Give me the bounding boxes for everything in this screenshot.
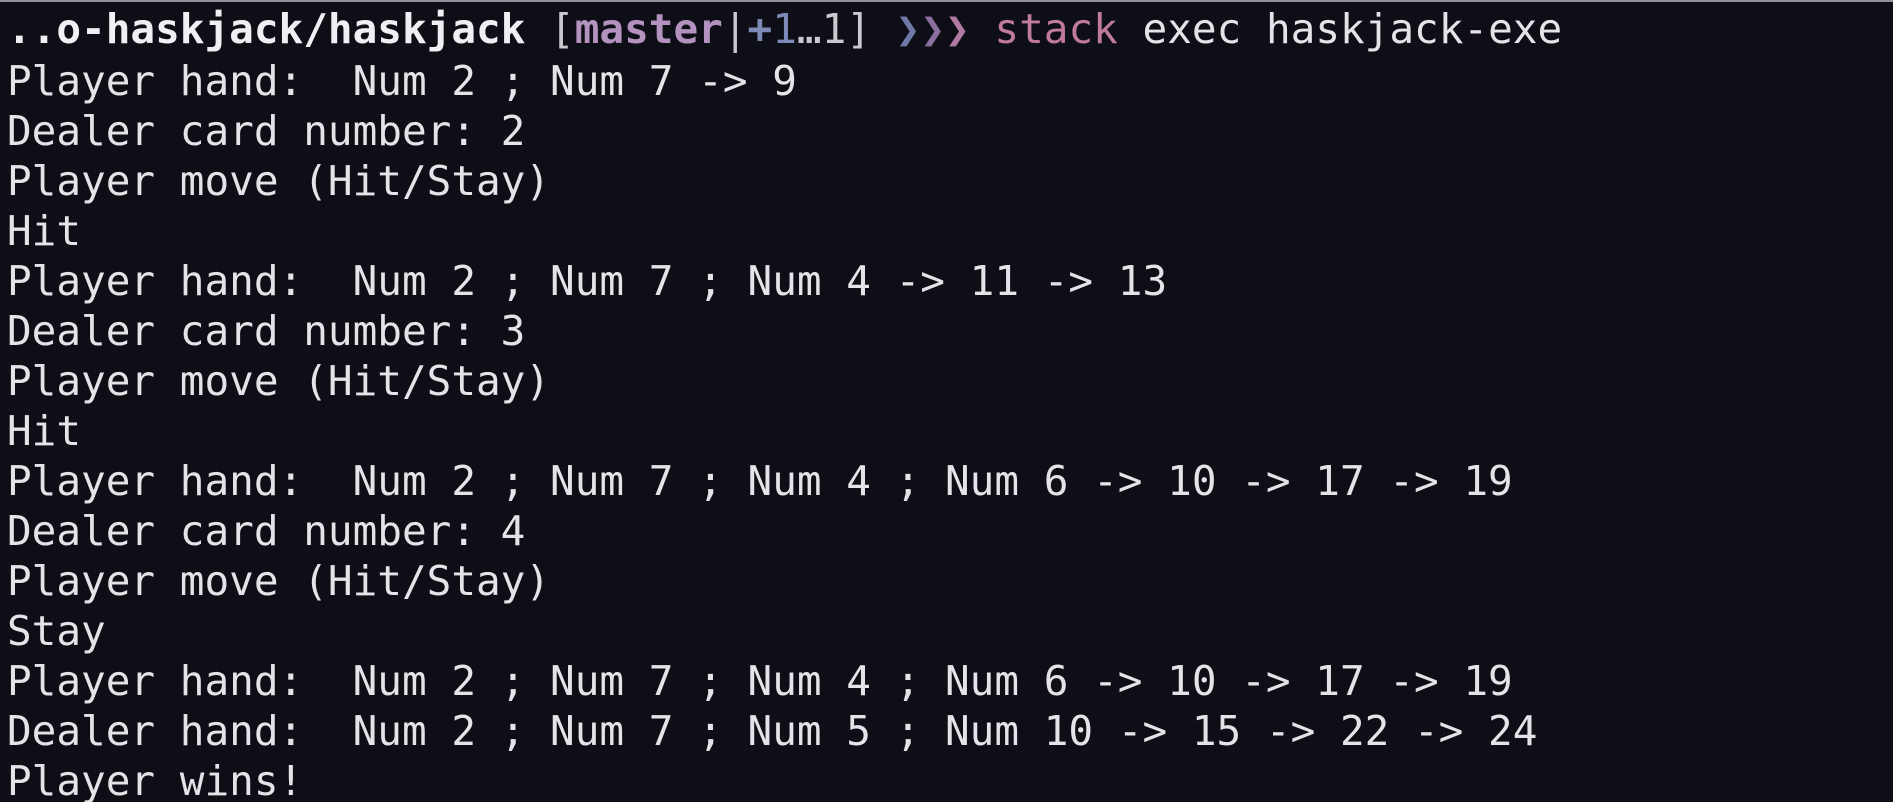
staged-count: 1 <box>772 5 797 53</box>
output-line: Player hand: Num 2 ; Num 7 ; Num 4 ; Num… <box>7 457 1513 505</box>
output-line: Player move (Hit/Stay) <box>7 557 551 605</box>
prompt-chevron-icon: ❯ <box>920 5 946 53</box>
output-line: Dealer card number: 3 <box>7 307 526 355</box>
stash-count: …1 <box>796 5 847 53</box>
command-name: stack <box>994 5 1118 53</box>
output-line: Hit <box>7 207 82 255</box>
program-output: Player hand: Num 2 ; Num 7 -> 9 Dealer c… <box>7 56 1893 802</box>
git-status-close-bracket: ] <box>846 5 871 53</box>
git-branch: master <box>574 5 723 53</box>
output-line: Dealer card number: 4 <box>7 507 526 555</box>
staged-plus-icon: + <box>747 5 773 53</box>
output-line: Stay <box>7 607 106 655</box>
prompt-line: ..o-haskjack/haskjack [master|+1…1] ❯❯❯ … <box>7 2 1893 56</box>
output-line: Hit <box>7 407 82 455</box>
prompt-chevron-icon: ❯ <box>895 5 921 53</box>
output-line: Player hand: Num 2 ; Num 7 ; Num 4 -> 11… <box>7 257 1168 305</box>
command-arguments: exec haskjack-exe <box>1117 5 1563 53</box>
output-line: Player wins! <box>7 757 304 802</box>
git-status-separator: | <box>722 5 748 53</box>
output-line: Dealer hand: Num 2 ; Num 7 ; Num 5 ; Num… <box>7 707 1538 755</box>
output-line: Dealer card number: 2 <box>7 107 526 155</box>
current-directory: ..o-haskjack/haskjack <box>7 5 526 53</box>
output-line: Player hand: Num 2 ; Num 7 ; Num 4 ; Num… <box>7 657 1513 705</box>
output-line: Player hand: Num 2 ; Num 7 -> 9 <box>7 57 797 105</box>
git-status-open-bracket: [ <box>525 5 575 53</box>
output-line: Player move (Hit/Stay) <box>7 357 551 405</box>
output-line: Player move (Hit/Stay) <box>7 157 551 205</box>
terminal-window[interactable]: ..o-haskjack/haskjack [master|+1…1] ❯❯❯ … <box>0 0 1893 802</box>
prompt-chevron-icon: ❯ <box>945 5 970 53</box>
